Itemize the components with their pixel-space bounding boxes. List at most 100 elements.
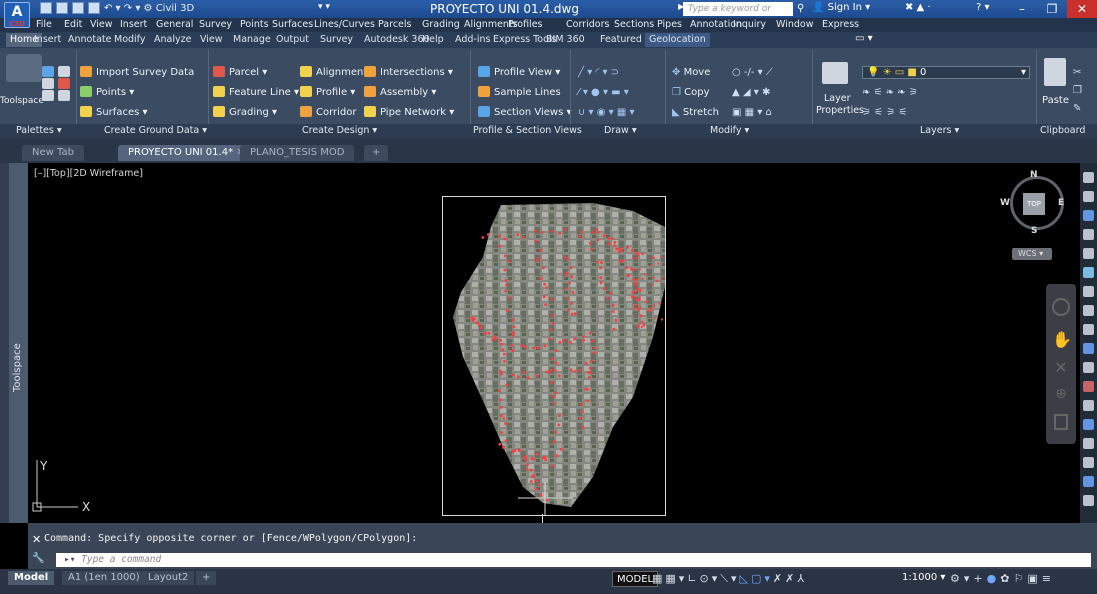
pan-icon[interactable]: ✋ [1052, 330, 1072, 349]
survey-icon[interactable] [42, 78, 54, 89]
layer-match-icon[interactable]: ⚞ [909, 87, 918, 98]
isolate-icon[interactable]: ● [987, 572, 1001, 585]
ribbon-tab-survey[interactable]: Survey [316, 33, 357, 47]
snap-icon[interactable] [1083, 305, 1094, 316]
pan-icon[interactable] [1083, 381, 1094, 392]
close-button[interactable]: ✕ [1067, 0, 1097, 18]
prospector-icon[interactable] [42, 66, 54, 77]
properties-icon[interactable]: ▣ [1027, 572, 1041, 585]
doc-tab-proyecto[interactable]: PROYECTO UNI 01.4* ✕ [118, 145, 255, 161]
polyline-icon[interactable]: ⊃ [611, 67, 619, 78]
feature-line-button[interactable]: Feature Line ▾ [213, 86, 299, 100]
layer-dropdown[interactable]: 💡 ☀ ▭ ■ 0 ▾ [862, 66, 1030, 79]
hardware-accel-icon[interactable]: ✿ [1000, 572, 1013, 585]
layer-icon[interactable] [1083, 267, 1094, 278]
grid-icon[interactable]: ▦ [652, 572, 665, 585]
select-icon[interactable] [1083, 172, 1094, 183]
add-layout-button[interactable]: + [196, 571, 217, 585]
settings-icon[interactable] [58, 66, 70, 77]
workspace-dropdown-icon[interactable]: ▾ ▾ [318, 2, 330, 12]
menu-pipes[interactable]: Pipes [657, 18, 682, 32]
viewport-controls-label[interactable]: [–][Top][2D Wireframe] [34, 168, 143, 179]
layer-merge-icon[interactable]: ⚟ [874, 107, 886, 118]
menu-parcels[interactable]: Parcels [378, 18, 411, 32]
assembly-button[interactable]: Assembly ▾ [364, 86, 436, 100]
layout-tab-layout2[interactable]: Layout2 [142, 571, 195, 585]
toolspace-tool-icon[interactable] [6, 54, 42, 82]
layer-walk-icon[interactable]: ⚞ [862, 107, 874, 118]
viewport-icon[interactable] [1083, 210, 1094, 221]
compass-e[interactable]: E [1058, 198, 1064, 208]
menu-lines-curves[interactable]: Lines/Curves [314, 18, 375, 32]
stretch-button[interactable]: ◣ Stretch [672, 106, 719, 120]
menu-survey[interactable]: Survey [199, 18, 232, 32]
draw-tools-row1[interactable]: ╱ ▾ ◜ ▾ ⊃ [578, 66, 619, 80]
showmotion-icon[interactable] [1054, 414, 1068, 430]
menu-edit[interactable]: Edit [64, 18, 82, 32]
exchange-icon[interactable]: ✖ ▲ · [905, 2, 931, 13]
viewcube-top-face[interactable]: TOP [1023, 193, 1045, 215]
menu-view[interactable]: View [90, 18, 113, 32]
mirror-icon[interactable]: ▲ [732, 87, 743, 98]
cut-icon[interactable]: ✂ [1073, 67, 1081, 78]
new-icon[interactable] [40, 2, 52, 14]
layer-properties-button-line2[interactable]: Properties [816, 104, 864, 118]
view-icon[interactable] [1083, 248, 1094, 259]
panel-title-clipboard[interactable]: Clipboard [1040, 124, 1085, 138]
ribbon-tab-analyze[interactable]: Analyze [150, 33, 195, 47]
layout-tab-model[interactable]: Model [8, 571, 55, 585]
copy-clip-icon[interactable]: ❐ [1073, 85, 1082, 96]
menu-insert[interactable]: Insert [120, 18, 147, 32]
clipboard-small-tools[interactable]: ✂ ❐ ✎ [1073, 64, 1082, 114]
layout-tab-a1[interactable]: A1 (1en 1000) [62, 571, 146, 585]
grading-button[interactable]: Grading ▾ [213, 106, 277, 120]
insert-icon[interactable] [1083, 495, 1094, 506]
orbit-icon[interactable]: ⊕ [1052, 386, 1070, 404]
restore-button[interactable]: ❐ [1037, 0, 1067, 18]
layer-tools-row2[interactable]: ⚞ ⚟ ⚞ ⚟ [862, 106, 907, 120]
toolspace-button[interactable]: Toolspace [0, 94, 44, 108]
snap-icon[interactable]: ▦▾ [665, 572, 687, 585]
navigation-bar[interactable]: ✋ ✕ ⊕ [1046, 284, 1076, 444]
hatch-icon[interactable]: ▦ ▾ [617, 107, 635, 118]
ribbon-tab-annotate[interactable]: Annotate [64, 33, 115, 47]
ribbon-tab-insert[interactable]: Insert [30, 33, 65, 47]
command-customize-icon[interactable]: 🔧 [32, 553, 44, 564]
layers-icon[interactable] [58, 90, 70, 101]
doc-tab-new[interactable]: New Tab [22, 145, 84, 161]
auto-scale-icon[interactable]: ✗ [785, 572, 797, 585]
menu-sections[interactable]: Sections [614, 18, 654, 32]
minimize-button[interactable]: – [1007, 0, 1037, 18]
status-toggles-right[interactable]: ⚙▾+●✿⚐▣≡ [950, 572, 1055, 585]
compass-s[interactable]: S [1031, 226, 1037, 236]
undo-icon[interactable]: ↶ ▾ [104, 3, 124, 14]
trim-icon[interactable]: -/- ▾ [744, 67, 766, 78]
annotation-scale[interactable]: 1:1000 ▾ [902, 572, 945, 583]
modify-tools-row2[interactable]: ▲ ◢ ▾ ✱ [732, 86, 770, 100]
explode-icon[interactable]: ✱ [762, 87, 770, 98]
pointer-icon[interactable] [1083, 191, 1094, 202]
isodraft-icon[interactable]: ⟍▾ [720, 572, 739, 585]
panel-title-layers[interactable]: Layers ▾ [920, 124, 959, 138]
layer-delete-icon[interactable]: ⚞ [886, 107, 898, 118]
polar-icon[interactable]: ⊙▾ [700, 572, 721, 585]
compass-n[interactable]: N [1030, 170, 1038, 180]
rectangle-icon[interactable]: ▬ ▾ [611, 87, 629, 98]
wcs-menu[interactable]: WCS ▾ [1012, 248, 1052, 260]
menu-express[interactable]: Express [822, 18, 859, 32]
points-button[interactable]: Points ▾ [80, 86, 134, 100]
menu-inquiry[interactable]: Inquiry [733, 18, 766, 32]
panel-title-create-design[interactable]: Create Design ▾ [302, 124, 377, 138]
zoom-icon[interactable]: ✕ [1052, 358, 1070, 377]
intersections-button[interactable]: Intersections ▾ [364, 66, 453, 80]
section-views-button[interactable]: Section Views ▾ [478, 106, 571, 120]
ribbon-tab-output[interactable]: Output [272, 33, 313, 47]
panel-title-create-ground-data[interactable]: Create Ground Data ▾ [104, 124, 207, 138]
properties-icon[interactable] [1083, 286, 1094, 297]
align-icon[interactable] [1083, 400, 1094, 411]
osnap-icon[interactable]: ◺ [740, 572, 751, 585]
menu-surfaces[interactable]: Surfaces [272, 18, 313, 32]
steering-wheel-icon[interactable] [1052, 298, 1070, 316]
chamfer-icon[interactable]: ◢ ▾ [743, 87, 762, 98]
paste-button[interactable]: Paste [1042, 94, 1069, 108]
